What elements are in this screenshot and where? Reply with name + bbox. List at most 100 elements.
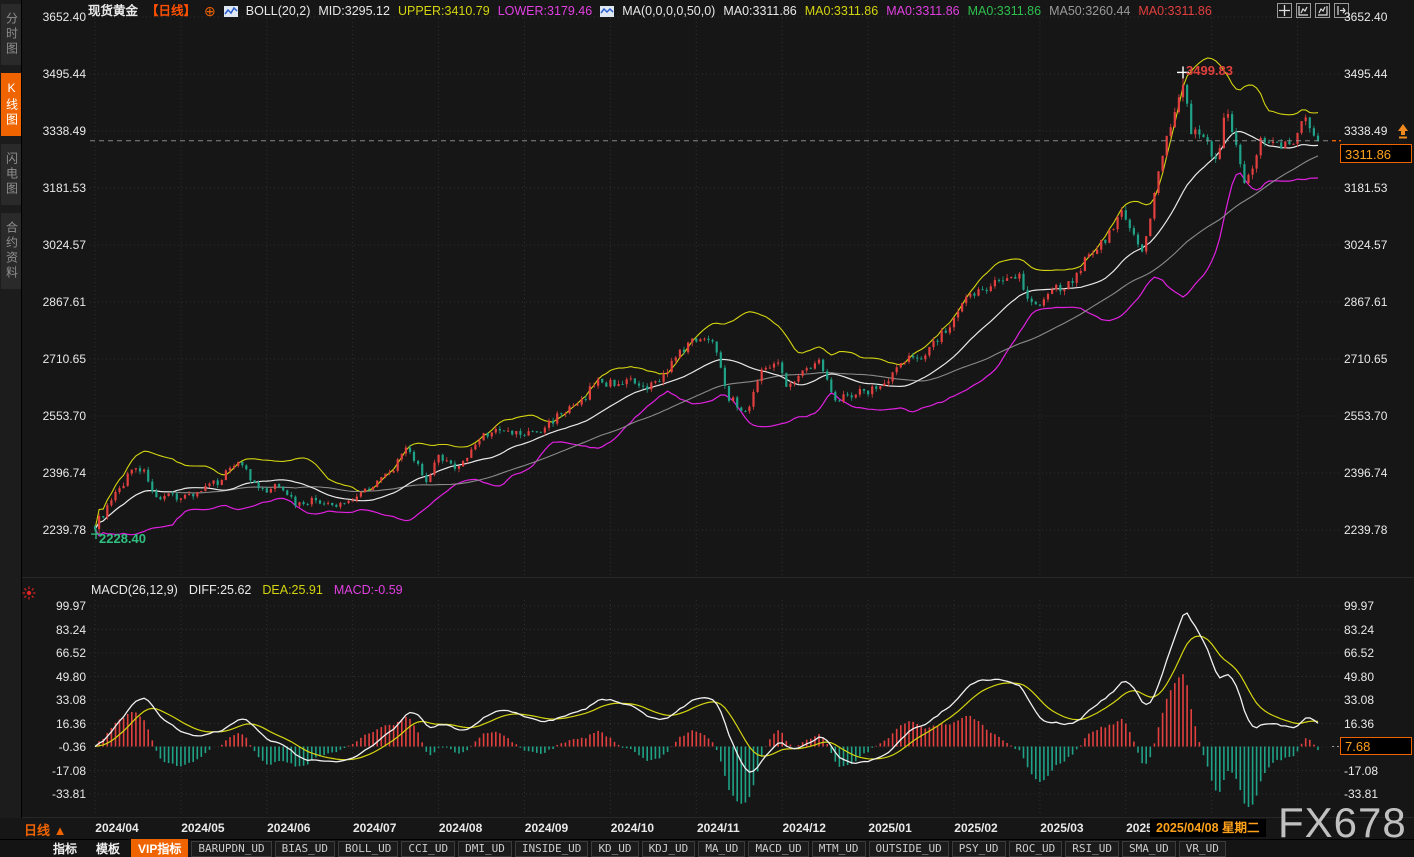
macd-dea: DEA:25.91	[262, 582, 322, 598]
boll-mid: MID:3295.12	[318, 2, 390, 21]
ma-value: MA0:3311.86	[1138, 2, 1211, 21]
indicator-button-rsi_ud[interactable]: RSI_UD	[1065, 841, 1119, 857]
indicator-button-kdj_ud[interactable]: KDJ_UD	[642, 841, 696, 857]
macd-axis-label: 66.52	[28, 646, 86, 660]
symbol-name: 现货黄金	[88, 2, 138, 21]
price-axis-label: 2867.61	[28, 295, 86, 309]
macd-axis-label: 83.24	[1344, 623, 1402, 637]
macd-axis-label: -0.36	[28, 740, 86, 754]
price-axis-label: 3181.53	[1344, 181, 1402, 195]
macd-axis-label: 49.80	[1344, 670, 1402, 684]
date-axis-label: 2025/01	[868, 821, 911, 835]
period-selector[interactable]: 日线 ▲	[24, 820, 66, 839]
trading-app-window: 分时图 K线图闪电图合约资料 现货黄金 【日线】 ⊕ BOLL(20,2) MID…	[0, 0, 1414, 857]
macd-axis-label: 83.24	[28, 623, 86, 637]
indicator-button-macd_ud[interactable]: MACD_UD	[748, 841, 808, 857]
macd-axis-label: 33.08	[1344, 693, 1402, 707]
sidebar-item-4[interactable]: 合约资料	[1, 213, 21, 289]
macd-value-box: 7.68	[1340, 737, 1412, 755]
session-low-label: 2228.40	[99, 531, 146, 546]
ma-value: MA50:3260.44	[1049, 2, 1130, 21]
indicator-button-sma_ud[interactable]: SMA_UD	[1122, 841, 1176, 857]
price-alert-arrow-icon[interactable]	[1396, 124, 1410, 140]
indicator-button-outside_ud[interactable]: OUTSIDE_UD	[869, 841, 949, 857]
macd-diff: DIFF:25.62	[189, 582, 252, 598]
toolbar-tab-1[interactable]: 指标	[45, 840, 85, 857]
price-axis-label: 3652.40	[1344, 10, 1402, 24]
indicator-button-ma_ud[interactable]: MA_UD	[698, 841, 745, 857]
price-axis-label: 2396.74	[28, 466, 86, 480]
price-axis-label: 2553.70	[28, 409, 86, 423]
macd-title: MACD(26,12,9)	[91, 582, 178, 598]
indicator-button-cci_ud[interactable]: CCI_UD	[401, 841, 455, 857]
ma-value: MA0:3311.86	[723, 2, 796, 21]
sidebar-item-3[interactable]: 闪电图	[1, 144, 21, 205]
price-axis-label: 3495.44	[28, 67, 86, 81]
indicator-button-dmi_ud[interactable]: DMI_UD	[458, 841, 512, 857]
indicator-button-kd_ud[interactable]: KD_UD	[591, 841, 638, 857]
macd-header: MACD(26,12,9) DIFF:25.62 DEA:25.91 MACD:…	[91, 582, 403, 598]
add-indicator-icon[interactable]: ⊕	[204, 2, 216, 21]
indicator-button-boll_ud[interactable]: BOLL_UD	[338, 841, 398, 857]
sidebar: 分时图 K线图闪电图合约资料	[0, 0, 22, 818]
indicator-button-bias_ud[interactable]: BIAS_UD	[275, 841, 335, 857]
price-axis-label: 3338.49	[28, 124, 86, 138]
price-axis-label: 2867.61	[1344, 295, 1402, 309]
indicator-button-barupdn_ud[interactable]: BARUPDN_UD	[191, 841, 271, 857]
axis-divider	[22, 817, 1414, 818]
price-axis-label: 3495.44	[1344, 67, 1402, 81]
indicator-button-vr_ud[interactable]: VR_UD	[1179, 841, 1226, 857]
price-axis-label: 2710.65	[1344, 352, 1402, 366]
crosshair-date-tooltip: 2025/04/08 星期二	[1150, 819, 1266, 837]
macd-axis-label: -17.08	[1344, 764, 1402, 778]
macd-axis-label: 33.08	[28, 693, 86, 707]
pan-icon[interactable]	[1277, 3, 1292, 18]
axis-right-icon[interactable]	[1315, 3, 1330, 18]
macd-axis-label: -17.08	[28, 764, 86, 778]
macd-axis-label: 99.97	[28, 599, 86, 613]
ma-values: MA0:3311.86 MA0:3311.86 MA0:3311.86 MA0:331…	[723, 2, 1212, 21]
ma-value: MA0:3311.86	[886, 2, 959, 21]
indicator-button-roc_ud[interactable]: ROC_UD	[1009, 841, 1063, 857]
date-axis-label: 2024/04	[95, 821, 138, 835]
sidebar-item-2[interactable]: K线图	[1, 73, 21, 136]
vip-indicator-button[interactable]: VIP指标	[131, 839, 188, 857]
macd-axis-label: 16.36	[1344, 717, 1402, 731]
indicator-button-mtm_ud[interactable]: MTM_UD	[812, 841, 866, 857]
date-axis-label: 2024/12	[782, 821, 825, 835]
axis-left-icon[interactable]	[1296, 3, 1311, 18]
date-axis-label: 2024/09	[525, 821, 568, 835]
period-tag: 【日线】	[146, 2, 196, 21]
date-axis-label: 2024/05	[181, 821, 224, 835]
macd-axis-label: -33.81	[28, 787, 86, 801]
macd-axis-label: 99.97	[1344, 599, 1402, 613]
date-axis-label: 2024/10	[611, 821, 654, 835]
date-axis-label: 2024/08	[439, 821, 482, 835]
price-axis-label: 2239.78	[28, 523, 86, 537]
price-axis-label: 2396.74	[1344, 466, 1402, 480]
date-axis-label: 2025/02	[954, 821, 997, 835]
price-axis-label: 2239.78	[1344, 523, 1402, 537]
ma-value: MA0:3311.86	[968, 2, 1041, 21]
price-axis-label: 3338.49	[1344, 124, 1402, 138]
sidebar-item-1[interactable]: 分时图	[1, 4, 21, 65]
boll-upper: UPPER:3410.79	[398, 2, 490, 21]
date-axis-label: 2024/07	[353, 821, 396, 835]
window-icons	[1277, 3, 1349, 18]
ma-mini-icon	[600, 6, 614, 17]
macd-axis-label: 16.36	[28, 717, 86, 731]
date-axis-label: 2024/11	[697, 821, 740, 835]
toolbar-tab-2[interactable]: 模板	[88, 840, 128, 857]
last-price-box: 3311.86	[1340, 144, 1412, 163]
indicator-button-psy_ud[interactable]: PSY_UD	[952, 841, 1006, 857]
indicator-settings-icon[interactable]	[22, 586, 36, 600]
macd-axis-label: 66.52	[1344, 646, 1402, 660]
ma-name: MA(0,0,0,0,50,0)	[622, 2, 715, 21]
price-axis-label: 3024.57	[28, 238, 86, 252]
chart-header: 现货黄金 【日线】 ⊕ BOLL(20,2) MID:3295.12 UPPER…	[88, 2, 1272, 21]
session-high-label: 3499.83	[1186, 63, 1233, 78]
price-axis-label: 2710.65	[28, 352, 86, 366]
indicator-button-inside_ud[interactable]: INSIDE_UD	[515, 841, 589, 857]
chart-canvas[interactable]	[0, 0, 1414, 857]
date-axis-label: 2025/03	[1040, 821, 1083, 835]
